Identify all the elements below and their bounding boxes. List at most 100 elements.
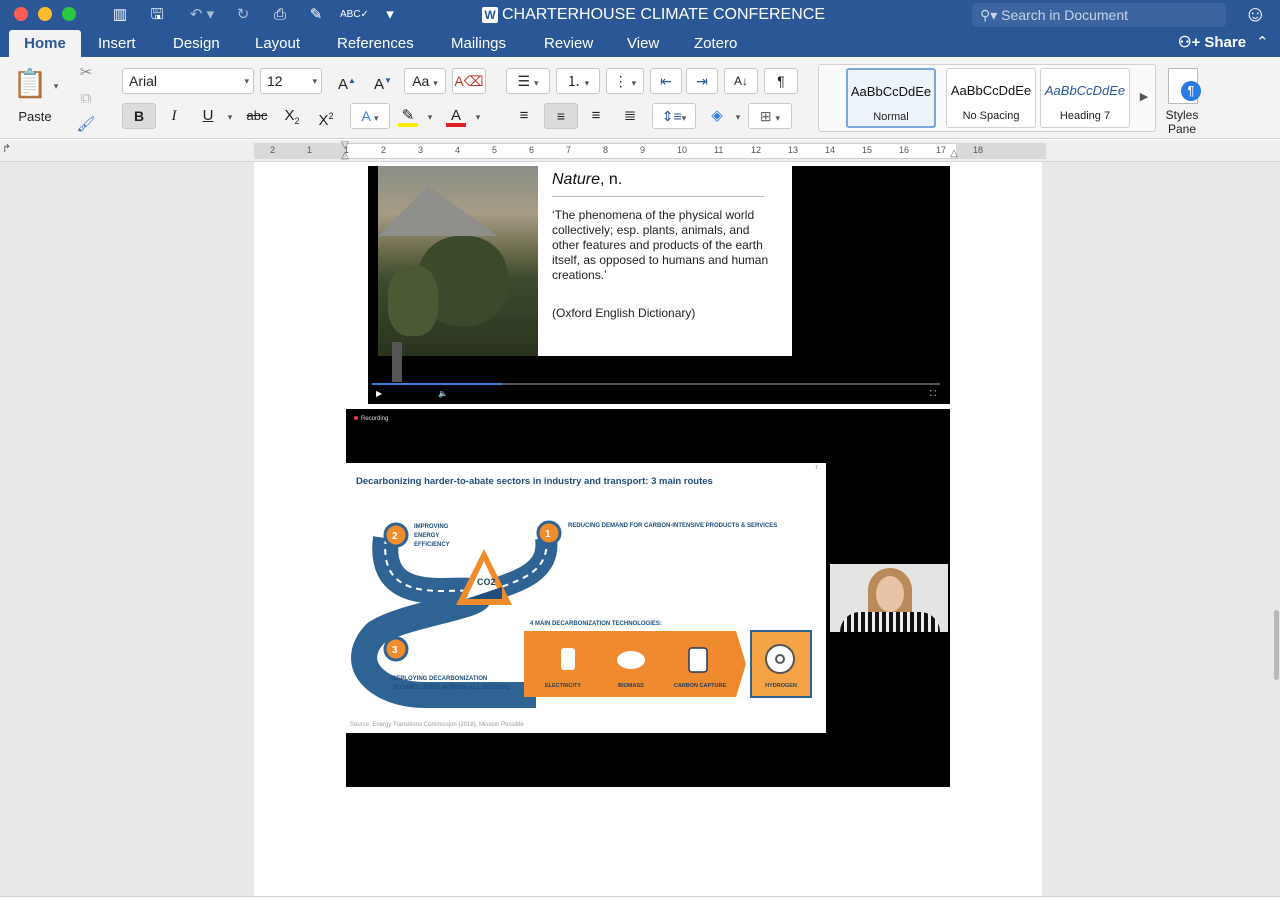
align-right-icon[interactable]: ≡ (580, 103, 612, 129)
text-effects-icon[interactable]: A ▾ (350, 103, 390, 129)
show-formatting-marks-icon[interactable]: ¶ (764, 68, 798, 94)
print-icon[interactable]: ⎙ (268, 5, 292, 25)
align-center-icon[interactable]: ≡ (544, 103, 578, 129)
edit-document-icon[interactable]: ✎ (304, 5, 328, 25)
divider (552, 196, 764, 197)
tab-stop-selector-icon[interactable]: ↱ (2, 142, 11, 155)
bullets-icon[interactable]: ☰ ▾ (506, 68, 550, 94)
technologies-heading: 4 MAIN DECARBONIZATION TECHNOLOGIES: (530, 621, 662, 627)
collapse-ribbon-icon[interactable]: ⌃ (1256, 33, 1269, 51)
customize-toolbar-icon[interactable]: ▾ (378, 5, 402, 25)
decrease-indent-icon[interactable]: ⇤ (650, 68, 682, 94)
share-label: Share (1204, 34, 1247, 51)
route-3-label: DEPLOYING DECARBONIZATION TECHNOLOGIES A… (392, 676, 511, 691)
tab-view[interactable]: View (627, 34, 659, 53)
redo-icon[interactable]: ↻ (231, 5, 255, 25)
sort-icon[interactable]: A↓ (724, 68, 758, 94)
minimize-window-button[interactable] (38, 7, 52, 21)
slide-tool-panel (392, 342, 402, 382)
font-name-select[interactable]: Arial ▾ (122, 68, 254, 94)
increase-indent-icon[interactable]: ⇥ (686, 68, 718, 94)
highlight-icon[interactable]: ✎ (394, 103, 422, 129)
numbering-icon[interactable]: ⒈ ▾ (556, 68, 600, 94)
tab-references[interactable]: References (337, 34, 414, 53)
format-painter-icon[interactable]: 🖌 (74, 112, 98, 138)
road-right (491, 536, 558, 600)
play-icon[interactable]: ▶ (376, 388, 382, 400)
font-size-select[interactable]: 12 ▾ (260, 68, 322, 94)
biomass-logs-icon (617, 651, 645, 669)
spelling-check-icon[interactable]: ABC✓ (340, 5, 369, 25)
ruler-tick-label: 17 (936, 145, 947, 155)
font-color-icon[interactable]: A (442, 103, 470, 129)
cut-icon[interactable]: ✂ (74, 60, 98, 86)
styles-pane-icon[interactable] (1168, 68, 1201, 104)
ribbon-tab-bar: Insert Design Layout References Mailings… (0, 30, 1280, 57)
shrink-font-icon[interactable]: A▼ (366, 68, 400, 94)
subscript-button[interactable]: X2 (278, 103, 306, 129)
borders-icon[interactable]: ⊞ ▾ (748, 103, 792, 129)
undo-icon[interactable]: ↶ ▾ (182, 5, 222, 25)
highlight-dropdown-icon[interactable]: ▾ (424, 103, 436, 129)
title-bar: ▥ 🖫 ↶ ▾ ↻ ⎙ ✎ ABC✓ ▾ W CHARTERHOUSE CLIM… (0, 0, 1280, 30)
slide-source-note: Source: Energy Transitions Commission (2… (350, 722, 524, 728)
road-dashes-bottom (418, 657, 537, 668)
definition-source: (Oxford English Dictionary) (552, 306, 696, 320)
styles-pane-label[interactable]: Styles Pane (1160, 108, 1204, 136)
paste-label: Paste (18, 109, 52, 124)
feedback-smiley-icon[interactable]: ☺ (1244, 3, 1266, 25)
co2-label: CO2 (477, 577, 496, 587)
shading-dropdown-icon[interactable]: ▾ (732, 103, 744, 129)
fullscreen-icon[interactable]: ⛶ (930, 388, 936, 400)
styles-more-icon[interactable]: ▶ (1136, 84, 1152, 110)
tab-design[interactable]: Design (173, 34, 220, 53)
tech-hydrogen: HYDROGEN (765, 683, 797, 689)
ruler-tick-label: 7 (566, 145, 572, 155)
close-window-button[interactable] (14, 7, 28, 21)
font-color-dropdown-icon[interactable]: ▾ (472, 103, 484, 129)
search-document-input[interactable]: ⚲▾ Search in Document (972, 3, 1226, 27)
indent-marker-icon[interactable]: ▽ △ (339, 141, 351, 161)
italic-button[interactable]: I (160, 103, 188, 129)
tab-insert[interactable]: Insert (98, 34, 136, 53)
change-case-icon[interactable]: Aa ▾ (404, 68, 446, 94)
paste-icon[interactable]: 📋 (12, 64, 48, 104)
heading-pos: , n. (600, 171, 623, 188)
tab-home[interactable]: Home (9, 30, 81, 57)
ruler-left-margin (254, 143, 346, 159)
zoom-window-button[interactable] (62, 7, 76, 21)
clear-formatting-icon[interactable]: A⌫ (452, 68, 486, 94)
align-left-icon[interactable]: ≡ (508, 103, 540, 129)
style-sample: AaBbCcDdEe (850, 84, 932, 99)
underline-button[interactable]: U (194, 103, 222, 129)
underline-dropdown-icon[interactable]: ▾ (224, 103, 236, 129)
sidebar-toggle-icon[interactable]: ▥ (108, 5, 132, 25)
tech-electricity: ELECTRICITY (544, 683, 582, 689)
grow-font-icon[interactable]: A▲ (330, 68, 364, 94)
shading-icon[interactable]: ◈ (702, 103, 732, 129)
bold-button[interactable]: B (122, 103, 156, 129)
share-button[interactable]: ⚇+ Share (1178, 33, 1246, 51)
tab-review[interactable]: Review (544, 34, 593, 53)
superscript-button[interactable]: X2 (312, 103, 340, 129)
tab-layout[interactable]: Layout (255, 34, 300, 53)
tab-mailings[interactable]: Mailings (451, 34, 506, 53)
style-heading-7[interactable]: AaBbCcDdEe Heading 7 (1040, 68, 1130, 128)
tab-zotero[interactable]: Zotero (694, 34, 737, 53)
speaker-shirt (840, 612, 940, 632)
line-spacing-icon[interactable]: ⇕≡▾ (652, 103, 696, 129)
copy-icon[interactable]: ⧉ (74, 86, 98, 112)
volume-icon[interactable]: 🔈 (438, 388, 448, 400)
save-icon[interactable]: 🖫 (145, 5, 169, 25)
strikethrough-button[interactable]: abc (240, 103, 274, 129)
vertical-scrollbar[interactable] (1274, 610, 1279, 680)
multilevel-list-icon[interactable]: ⋮ ▾ (606, 68, 644, 94)
style-name: Normal (873, 111, 909, 123)
style-no-spacing[interactable]: AaBbCcDdEe No Spacing (946, 68, 1036, 128)
justify-icon[interactable]: ≣ (614, 103, 646, 129)
ruler-tick-label: 9 (640, 145, 646, 155)
tech-carbon-capture: CARBON CAPTURE (673, 683, 727, 689)
style-normal[interactable]: AaBbCcDdEe Normal (846, 68, 936, 128)
paste-dropdown-icon[interactable]: ▾ (50, 72, 62, 98)
right-indent-marker-icon[interactable]: △ (948, 148, 960, 159)
